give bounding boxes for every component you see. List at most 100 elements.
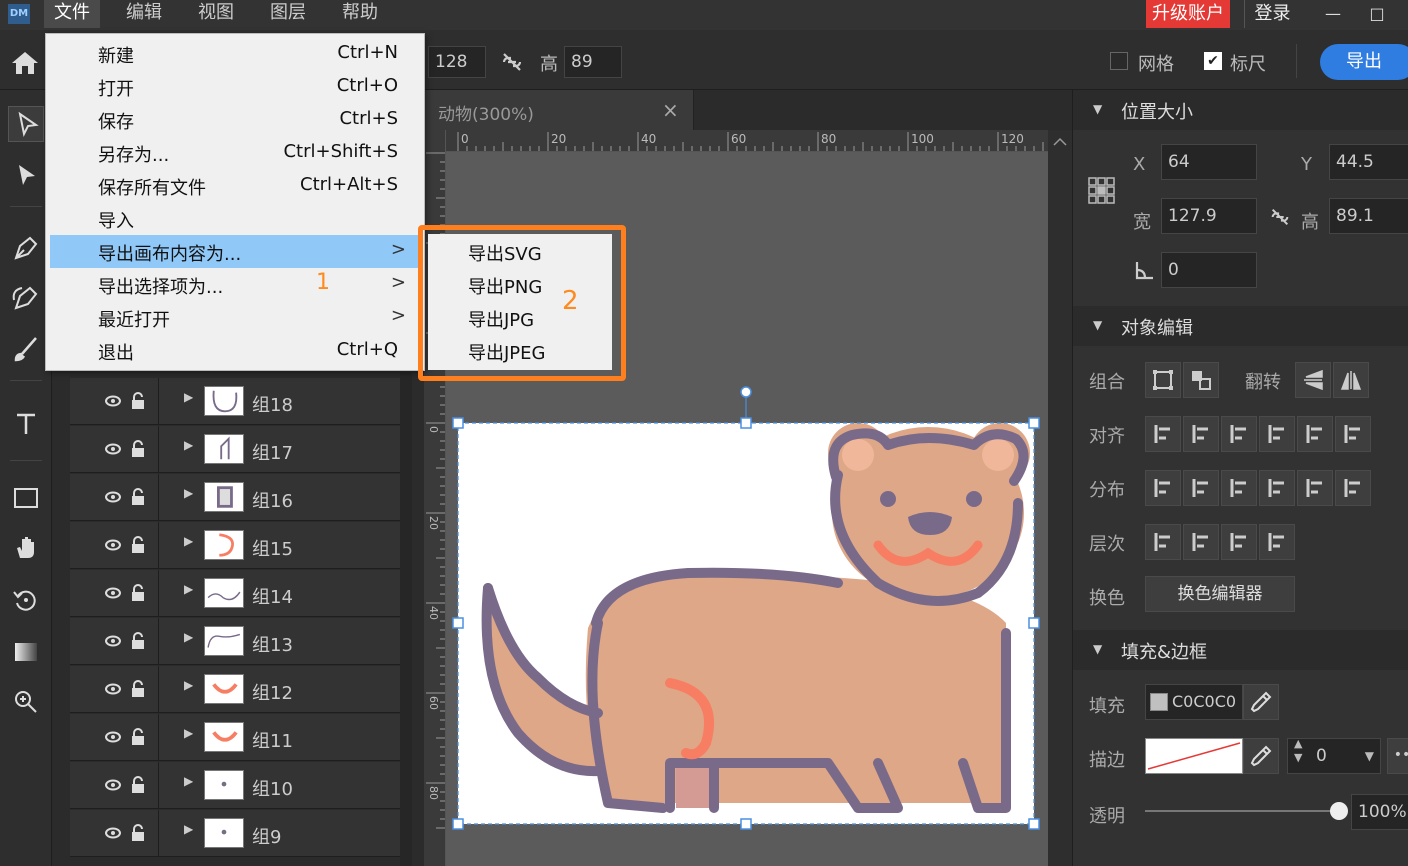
gradient-tool-icon[interactable] (8, 634, 44, 670)
position-size-header[interactable]: ▼ 位置大小 (1073, 90, 1408, 130)
visibility-eye-icon[interactable] (104, 584, 122, 602)
lock-icon[interactable] (130, 584, 146, 602)
recolor-editor-button[interactable]: 换色编辑器 (1145, 576, 1295, 612)
bring-forward-icon[interactable] (1183, 524, 1219, 560)
minimize-button[interactable]: — (1320, 4, 1346, 24)
fill-stroke-header[interactable]: ▼ 填充&边框 (1073, 630, 1408, 670)
object-edit-header[interactable]: ▼ 对象编辑 (1073, 306, 1408, 346)
visibility-eye-icon[interactable] (104, 824, 122, 842)
unlink-ratio-icon[interactable] (500, 50, 524, 74)
file-menu-item[interactable]: 打开 Ctrl+O (50, 70, 420, 103)
group-button[interactable] (1145, 362, 1181, 398)
lock-icon[interactable] (130, 440, 146, 458)
layer-row[interactable]: ▶ 组16 (70, 474, 400, 521)
height-field[interactable]: 89.1 (1329, 198, 1408, 234)
lock-icon[interactable] (130, 632, 146, 650)
rectangle-tool-icon[interactable] (8, 480, 44, 516)
visibility-eye-icon[interactable] (104, 776, 122, 794)
brush-tool-icon[interactable] (8, 332, 44, 368)
lock-icon[interactable] (130, 824, 146, 842)
distribute-left-icon[interactable] (1145, 470, 1181, 506)
visibility-eye-icon[interactable] (104, 392, 122, 410)
hand-tool-icon[interactable] (8, 530, 44, 566)
distribute-right-icon[interactable] (1221, 470, 1257, 506)
rotate-tool-icon[interactable] (8, 582, 44, 618)
menu-edit[interactable]: 编辑 (116, 0, 172, 28)
layers-scrollbar[interactable] (400, 372, 412, 866)
align-center-v-icon[interactable] (1297, 416, 1333, 452)
flip-horizontal-button[interactable] (1333, 362, 1369, 398)
opacity-input[interactable]: 100% (1351, 794, 1408, 830)
anchor-grid-icon[interactable] (1087, 176, 1117, 206)
layer-row[interactable]: ▶ 组12 (70, 666, 400, 713)
file-menu-item[interactable]: 保存 Ctrl+S (50, 103, 420, 136)
lock-icon[interactable] (130, 536, 146, 554)
pen-tool-icon[interactable] (8, 230, 44, 266)
align-right-icon[interactable] (1221, 416, 1257, 452)
login-button[interactable]: 登录 (1244, 0, 1300, 28)
unlink-ratio-icon[interactable] (1269, 206, 1291, 228)
align-bottom-icon[interactable] (1335, 416, 1371, 452)
send-backward-icon[interactable] (1221, 524, 1257, 560)
ungroup-button[interactable] (1183, 362, 1219, 398)
angle-input[interactable]: 0 (1161, 252, 1257, 288)
expand-arrow-icon[interactable]: ▶ (184, 390, 193, 404)
file-menu-item[interactable]: 保存所有文件 Ctrl+Alt+S (50, 169, 420, 202)
opacity-slider-thumb[interactable] (1330, 802, 1348, 820)
lock-icon[interactable] (130, 392, 146, 410)
text-tool-icon[interactable] (8, 406, 44, 442)
lock-icon[interactable] (130, 776, 146, 794)
lock-icon[interactable] (130, 728, 146, 746)
align-left-icon[interactable] (1145, 416, 1181, 452)
document-tab[interactable]: 动物(300%) × (424, 90, 694, 130)
align-center-h-icon[interactable] (1183, 416, 1219, 452)
export-submenu-item[interactable]: 导出PNG (428, 268, 612, 301)
file-menu-item[interactable]: 退出 Ctrl+Q (50, 334, 420, 367)
layer-row[interactable]: ▶ 组11 (70, 714, 400, 761)
maximize-button[interactable]: □ (1364, 4, 1390, 24)
ruler-checkbox[interactable]: ✔ (1204, 52, 1222, 70)
visibility-eye-icon[interactable] (104, 680, 122, 698)
layer-row[interactable]: ▶ 组10 (70, 762, 400, 809)
stroke-color-swatch[interactable] (1145, 738, 1243, 774)
expand-arrow-icon[interactable]: ▶ (184, 822, 193, 836)
close-tab-icon[interactable]: × (662, 98, 679, 122)
stroke-eyedropper-icon[interactable] (1243, 738, 1279, 774)
grid-checkbox[interactable] (1110, 52, 1128, 70)
expand-arrow-icon[interactable]: ▶ (184, 774, 193, 788)
fill-color-input[interactable]: C0C0C0 (1145, 684, 1243, 720)
chevron-down-icon[interactable]: ▼ (1365, 739, 1374, 773)
layer-row[interactable]: ▶ 组9 (70, 810, 400, 857)
height-input[interactable]: 89 (564, 46, 622, 78)
visibility-eye-icon[interactable] (104, 728, 122, 746)
visibility-eye-icon[interactable] (104, 632, 122, 650)
export-button[interactable]: 导出 (1320, 44, 1408, 80)
distribute-top-icon[interactable] (1259, 470, 1295, 506)
expand-arrow-icon[interactable]: ▶ (184, 534, 193, 548)
expand-arrow-icon[interactable]: ▶ (184, 582, 193, 596)
expand-arrow-icon[interactable]: ▶ (184, 486, 193, 500)
export-submenu-item[interactable]: 导出SVG (428, 235, 612, 268)
home-icon[interactable] (10, 50, 40, 76)
send-to-back-icon[interactable] (1259, 524, 1295, 560)
export-submenu-item[interactable]: 导出JPG (428, 301, 612, 334)
flip-vertical-button[interactable] (1295, 362, 1331, 398)
more-options-icon[interactable]: •• (1387, 738, 1408, 774)
menu-file[interactable]: 文件 (44, 0, 100, 28)
align-top-icon[interactable] (1259, 416, 1295, 452)
direct-select-tool-icon[interactable] (8, 158, 44, 194)
layer-row[interactable]: ▶ 组18 (70, 378, 400, 425)
visibility-eye-icon[interactable] (104, 488, 122, 506)
stroke-width-input[interactable]: ▲ ▼ 0 ▼ (1287, 737, 1381, 774)
select-tool-icon[interactable] (8, 106, 44, 142)
x-input[interactable]: 64 (1161, 144, 1257, 180)
fill-eyedropper-icon[interactable] (1243, 684, 1279, 720)
visibility-eye-icon[interactable] (104, 536, 122, 554)
expand-arrow-icon[interactable]: ▶ (184, 438, 193, 452)
opacity-slider-track[interactable] (1145, 810, 1339, 812)
lock-icon[interactable] (130, 680, 146, 698)
layer-row[interactable]: ▶ 组17 (70, 426, 400, 473)
layer-row[interactable]: ▶ 组14 (70, 570, 400, 617)
upgrade-account-button[interactable]: 升级账户 (1146, 0, 1230, 28)
distribute-center-v-icon[interactable] (1297, 470, 1333, 506)
